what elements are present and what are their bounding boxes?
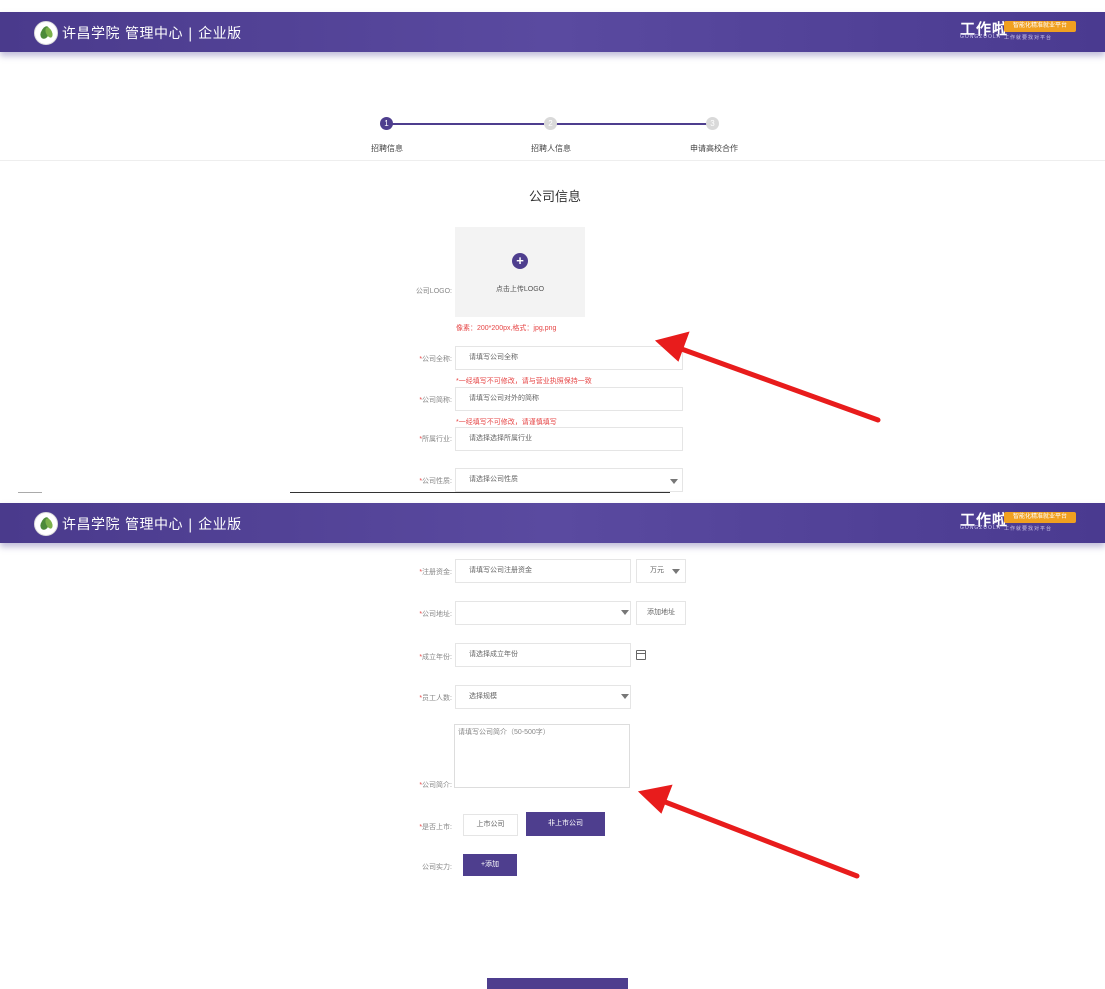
chevron-down-icon	[621, 694, 629, 699]
screenshot-separator-2	[290, 492, 670, 493]
intro-textarea[interactable]: 请填写公司简介（50-500字）	[454, 724, 630, 788]
add-strength-button[interactable]: +添加	[463, 854, 517, 876]
listed-label-text: 是否上市:	[422, 824, 452, 831]
header-title-2: 许昌学院 管理中心 | 企业版	[62, 517, 242, 533]
annotation-arrow-1	[654, 331, 881, 423]
screenshot-separator	[18, 492, 42, 493]
capital-label: *注册资金:	[419, 569, 452, 576]
full-name-label-text: 公司全称:	[422, 356, 452, 363]
add-address-button[interactable]: 添加地址	[636, 601, 686, 625]
staff-label: *员工人数:	[419, 695, 452, 702]
step-line-2	[556, 123, 708, 125]
brand-badge-2: 智能化精准就业平台	[1004, 512, 1076, 523]
calendar-icon[interactable]	[636, 650, 646, 660]
nature-select[interactable]: 请选择公司性质	[455, 468, 683, 492]
submit-button[interactable]	[487, 978, 628, 989]
chevron-down-icon	[670, 479, 678, 484]
section-title: 公司信息	[528, 189, 581, 204]
brand-logo: 工作啦 智能化精准就业平台 GONGZUOLA 工作就要找对平台	[960, 18, 1080, 48]
full-name-input[interactable]: 请填写公司全称	[455, 346, 683, 370]
short-name-label-text: 公司简称:	[422, 397, 452, 404]
industry-input[interactable]: 请选择选择所属行业	[455, 427, 683, 451]
logo-upload-text: 点击上传LOGO	[495, 286, 545, 293]
step-dot-1: 1	[380, 117, 393, 130]
nature-label: *公司性质:	[419, 478, 452, 485]
step-label-2: 招聘人信息	[531, 144, 571, 153]
short-name-label: *公司简称:	[419, 397, 452, 404]
intro-label: *公司简介:	[419, 782, 452, 789]
step-dot-2: 2	[544, 117, 557, 130]
founded-label-text: 成立年份:	[422, 654, 452, 661]
university-logo-2	[34, 512, 58, 536]
chevron-down-icon	[672, 569, 680, 574]
logo-label-text: 公司LOGO:	[415, 288, 452, 295]
top-header: 许昌学院 管理中心 | 企业版 工作啦 智能化精准就业平台 GONGZUOLA …	[0, 12, 1105, 52]
capital-input[interactable]: 请填写公司注册资金	[455, 559, 631, 583]
intro-label-text: 公司简介:	[422, 782, 452, 789]
listed-company-option[interactable]: 上市公司	[463, 814, 518, 836]
address-label: *公司地址:	[419, 611, 452, 618]
short-name-hint: *一经填写不可修改，请谨慎填写	[456, 419, 557, 426]
top-header-2: 许昌学院 管理中心 | 企业版 工作啦 智能化精准就业平台 GONGZUOLA …	[0, 503, 1105, 543]
full-name-label: *公司全称:	[419, 356, 452, 363]
step-label-3: 申请高校合作	[690, 144, 738, 153]
brand-logo-2: 工作啦 智能化精准就业平台 GONGZUOLA 工作就要找对平台	[960, 509, 1080, 539]
brand-sub: GONGZUOLA	[960, 34, 1001, 40]
strength-label-text: 公司实力:	[422, 864, 452, 871]
progress-steps: 1 2 3 招聘信息 招聘人信息 申请高校合作	[0, 105, 1105, 165]
university-logo	[34, 21, 58, 45]
staff-label-text: 员工人数:	[422, 695, 452, 702]
founded-label: *成立年份:	[419, 654, 452, 661]
short-name-input[interactable]: 请填写公司对外的简称	[455, 387, 683, 411]
nature-label-text: 公司性质:	[422, 478, 452, 485]
brand-sub2-2: 工作就要找对平台	[1004, 526, 1053, 532]
annotation-arrow-2	[637, 784, 860, 879]
brand-badge: 智能化精准就业平台	[1004, 21, 1076, 32]
unlisted-company-option[interactable]: 非上市公司	[526, 812, 605, 836]
brand-sub2: 工作就要找对平台	[1004, 35, 1053, 41]
listed-label: *是否上市:	[419, 824, 452, 831]
full-name-hint: *一经填写不可修改，请与营业执照保持一致	[456, 378, 592, 385]
step-label-1: 招聘信息	[371, 144, 403, 153]
capital-label-text: 注册资金:	[422, 569, 452, 576]
logo-hint: 像素：200*200px,格式：jpg,png	[456, 325, 557, 332]
step-dot-3: 3	[706, 117, 719, 130]
industry-label: *所属行业:	[419, 436, 452, 443]
strength-label: 公司实力:	[392, 862, 452, 872]
staff-select[interactable]: 选择规模	[455, 685, 631, 709]
brand-sub-2: GONGZUOLA	[960, 525, 1001, 531]
chevron-down-icon	[621, 610, 629, 615]
steps-divider	[0, 160, 1105, 161]
logo-label: 公司LOGO:	[392, 286, 452, 296]
founded-input[interactable]: 请选择成立年份	[455, 643, 631, 667]
logo-upload[interactable]: + 点击上传LOGO	[455, 227, 585, 317]
industry-label-text: 所属行业:	[422, 436, 452, 443]
step-line-1	[392, 123, 544, 125]
address-label-text: 公司地址:	[422, 611, 452, 618]
header-title: 许昌学院 管理中心 | 企业版	[62, 26, 242, 42]
plus-icon: +	[512, 253, 528, 269]
address-select[interactable]	[455, 601, 631, 625]
